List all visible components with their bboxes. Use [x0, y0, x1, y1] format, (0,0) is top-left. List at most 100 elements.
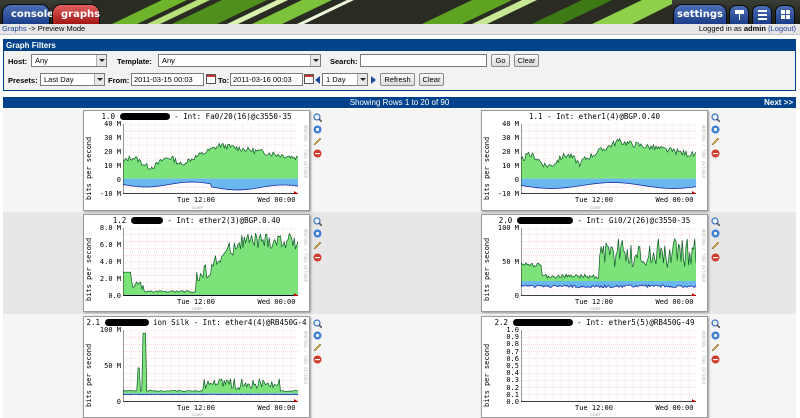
cdef-label: CDEF	[192, 205, 203, 210]
delete-icon[interactable]	[711, 149, 720, 158]
template-select[interactable]: Any	[158, 54, 321, 67]
timespan-select[interactable]: 1 Day	[322, 73, 368, 86]
edit-icon[interactable]	[313, 241, 322, 250]
breadcrumb-current: Preview Mode	[37, 24, 86, 33]
graph-title-text: - Int: Gi0/2(26)@c3550-35	[572, 216, 691, 225]
edit-icon[interactable]	[711, 343, 720, 352]
edit-icon[interactable]	[313, 343, 322, 352]
delete-icon[interactable]	[711, 355, 720, 364]
to-date-input[interactable]: 2011-03-16 00:03	[230, 73, 303, 86]
zoom-icon[interactable]	[711, 319, 720, 328]
zoom-icon[interactable]	[313, 113, 322, 122]
edit-icon[interactable]	[711, 137, 720, 146]
x-axis-arrow	[692, 293, 696, 296]
traffic-plot	[123, 124, 298, 194]
preview-icon	[781, 10, 790, 19]
traffic-plot	[123, 330, 298, 402]
edit-icon[interactable]	[313, 137, 322, 146]
presets-select[interactable]: Last Day	[40, 73, 105, 86]
tab-settings-label: settings	[677, 9, 723, 20]
calendar-icon[interactable]	[206, 74, 216, 84]
properties-icon[interactable]	[711, 229, 720, 238]
graph-image[interactable]: 1.1 - Int: ether1(4)@BGP.0.40 bits per se…	[481, 110, 708, 211]
zoom-icon[interactable]	[711, 217, 720, 226]
y-axis-label: bits per second	[85, 343, 93, 407]
y-tick-label: 40 M	[104, 120, 121, 128]
shift-right-icon[interactable]	[371, 76, 376, 84]
refresh-button[interactable]: Refresh	[380, 73, 415, 86]
clear-search-button[interactable]: Clear	[514, 54, 539, 67]
chevron-down-icon	[357, 74, 367, 85]
graph-image[interactable]: 1.2 - Int: ether2(3)@BGP.0.40 bits per se…	[83, 214, 310, 312]
edit-icon[interactable]	[711, 241, 720, 250]
go-button[interactable]: Go	[491, 54, 510, 67]
y-tick-label: 8.0 M	[99, 224, 121, 232]
from-label: From:	[108, 76, 130, 85]
tree-view-button[interactable]	[729, 5, 749, 24]
properties-icon[interactable]	[711, 331, 720, 340]
cdef-label: CDEF	[590, 306, 601, 311]
y-axis-label: bits per second	[483, 237, 491, 301]
y-tick-label: 30 M	[104, 134, 121, 142]
delete-icon[interactable]	[313, 149, 322, 158]
list-view-button[interactable]	[752, 5, 772, 24]
delete-icon[interactable]	[313, 253, 322, 262]
inbound-area	[123, 233, 298, 296]
inbound-area	[521, 138, 696, 179]
delete-icon[interactable]	[313, 355, 322, 364]
outbound-area	[521, 178, 696, 189]
chevron-down-icon	[94, 74, 104, 85]
cdef-label: CDEF	[192, 306, 203, 311]
y-tick-label: 10 M	[502, 162, 519, 170]
list-icon	[758, 10, 767, 20]
properties-icon[interactable]	[313, 331, 322, 340]
search-input[interactable]	[360, 54, 487, 67]
y-tick-label: 2.0 M	[99, 275, 121, 283]
breadcrumb-graphs-link[interactable]: Graphs	[2, 24, 27, 33]
zoom-icon[interactable]	[711, 113, 720, 122]
next-page-link[interactable]: Next >>	[764, 97, 793, 108]
properties-icon[interactable]	[711, 125, 720, 134]
clear-dates-button[interactable]: Clear	[419, 73, 444, 86]
tree-icon	[735, 10, 744, 20]
y-tick-label: 100 M	[99, 326, 121, 334]
tab-console[interactable]: console	[2, 4, 54, 24]
graph-title-text: ion Silk - Int: ether4(4)@RB450G-4	[148, 318, 307, 327]
from-date-input[interactable]: 2011-03-15 00:03	[131, 73, 204, 86]
host-select[interactable]: Any	[31, 54, 107, 67]
y-tick-label: 100 M	[497, 224, 519, 232]
cdef-label: CDEF	[192, 412, 203, 417]
x-tick-label: Wed 00:00	[655, 298, 694, 306]
inbound-line	[123, 332, 298, 392]
template-select-value: Any	[162, 56, 175, 65]
y-tick-label: 0	[116, 176, 121, 184]
graph-title-text: - Int: ether5(5)@RB450G-49	[572, 318, 695, 327]
login-status: Logged in as admin (Logout)	[699, 24, 796, 34]
x-axis-arrow	[294, 191, 298, 194]
zoom-icon[interactable]	[313, 217, 322, 226]
tab-settings[interactable]: settings	[673, 4, 727, 24]
redaction-mark	[130, 217, 163, 224]
x-axis-arrow	[692, 191, 696, 194]
y-tick-label: -10 M	[497, 190, 519, 198]
graph-image[interactable]: 2.0 - Int: Gi0/2(26)@c3550-35 bits per se…	[481, 214, 708, 312]
delete-icon[interactable]	[711, 253, 720, 262]
graph-image[interactable]: 2.2 - Int: ether5(5)@RB450G-49 bits per s…	[481, 316, 708, 418]
graph-image[interactable]: 2.1 ion Silk - Int: ether4(4)@RB450G-4 bi…	[83, 316, 310, 418]
properties-icon[interactable]	[313, 229, 322, 238]
preview-view-button[interactable]	[775, 5, 795, 24]
x-axis-arrow	[692, 399, 696, 402]
calendar-icon[interactable]	[304, 74, 314, 84]
y-tick-label: 20 M	[502, 148, 519, 156]
properties-icon[interactable]	[313, 125, 322, 134]
zoom-icon[interactable]	[313, 319, 322, 328]
y-tick-label: 40 M	[502, 120, 519, 128]
shift-left-icon[interactable]	[315, 76, 320, 84]
tab-graphs[interactable]: graphs	[52, 4, 100, 24]
y-tick-label: 20 M	[104, 148, 121, 156]
logout-link[interactable]: (Logout)	[768, 24, 796, 33]
rrdtool-watermark: RRDTOOL / TOBI OETIKER	[303, 125, 308, 178]
graph-image[interactable]: 1.0 - Int: Fa0/20(16)@c3550-35 bits per s…	[83, 110, 310, 211]
x-tick-label: Tue 12:00	[177, 196, 215, 204]
y-axis-label: bits per second	[483, 136, 491, 200]
